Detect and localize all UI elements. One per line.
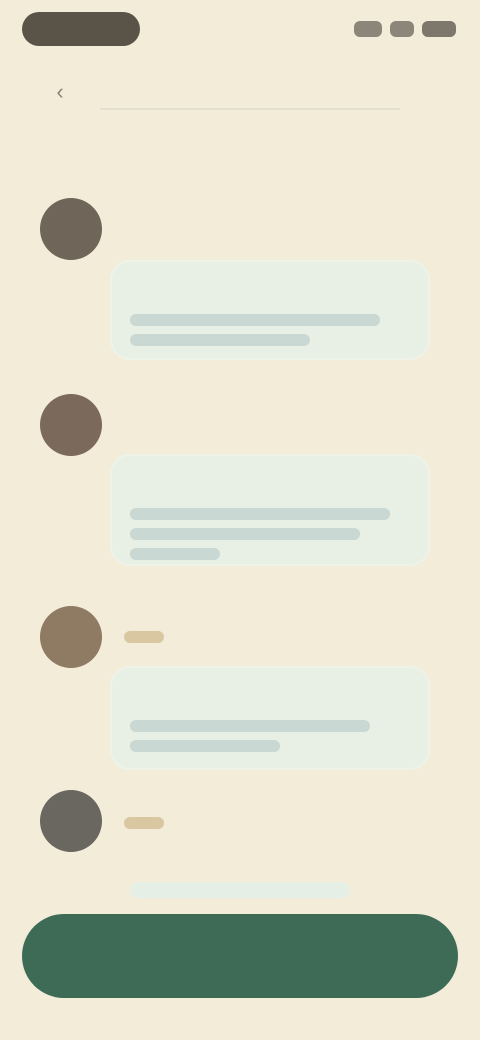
- conversation-list: [0, 180, 480, 900]
- battery-icon: [422, 21, 456, 37]
- card-line: [130, 508, 390, 520]
- avatar[interactable]: [40, 198, 102, 260]
- primary-action-button[interactable]: [22, 914, 458, 998]
- status-bar: [0, 0, 480, 64]
- status-pill: [22, 12, 140, 46]
- card-line: [130, 548, 220, 560]
- status-icons: [336, 18, 456, 40]
- item-name: [116, 628, 296, 644]
- message-card[interactable]: [110, 260, 430, 360]
- message-card[interactable]: [110, 666, 430, 770]
- name-accent: [124, 630, 164, 643]
- card-title: [130, 282, 330, 300]
- back-arrow-icon[interactable]: ‹: [46, 78, 74, 106]
- item-name: [116, 218, 296, 234]
- message-card[interactable]: [110, 454, 430, 566]
- avatar[interactable]: [40, 790, 102, 852]
- wifi-icon: [390, 21, 414, 37]
- avatar[interactable]: [40, 606, 102, 668]
- card-line: [130, 720, 370, 732]
- card-line: [130, 314, 380, 326]
- name-accent: [124, 816, 164, 829]
- card-line: [130, 528, 360, 540]
- signal-icon: [354, 21, 382, 37]
- header-title: [100, 84, 400, 110]
- bottom-hint: [130, 882, 350, 898]
- avatar[interactable]: [40, 394, 102, 456]
- card-title: [130, 476, 330, 494]
- item-name: [116, 814, 296, 830]
- header: ‹: [0, 66, 480, 176]
- card-line: [130, 334, 310, 346]
- card-line: [130, 740, 280, 752]
- item-name: [116, 414, 296, 430]
- card-title: [130, 688, 330, 706]
